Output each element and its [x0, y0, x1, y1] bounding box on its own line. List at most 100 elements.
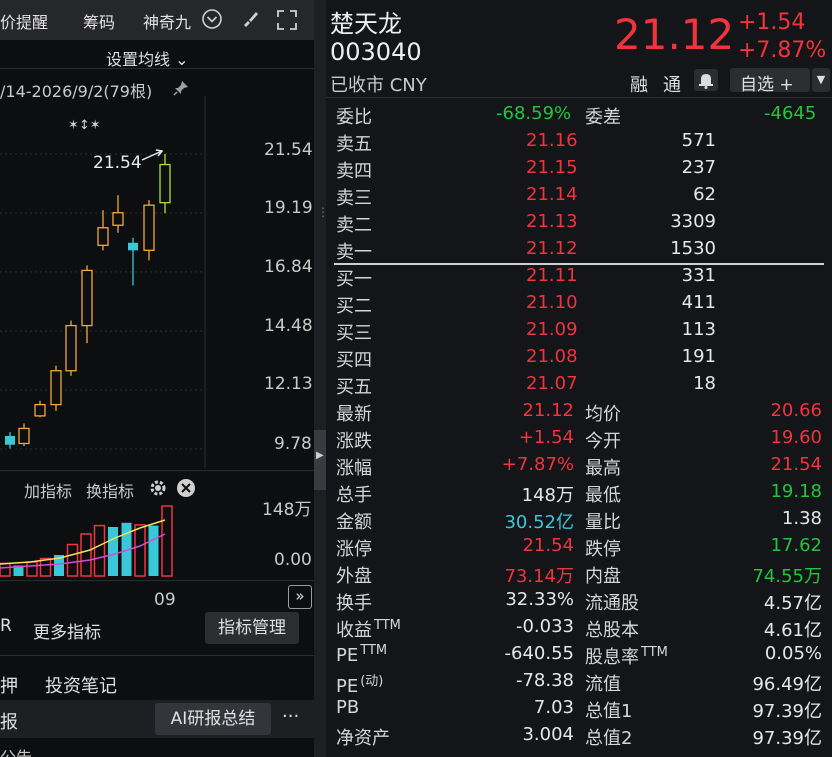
change-indicator-button[interactable]: 换指标	[86, 478, 134, 502]
ask-row[interactable]: 卖一 21.12 1530	[336, 238, 826, 265]
ask-row[interactable]: 卖三 21.14 62	[336, 184, 826, 211]
stat-label: 总股本	[585, 620, 639, 641]
candle[interactable]	[5, 432, 15, 449]
peak-arrow	[141, 149, 164, 161]
candle[interactable]	[18, 423, 30, 446]
ask-price: 21.15	[526, 157, 578, 178]
ask-row[interactable]: 卖二 21.13 3309	[336, 211, 826, 238]
volume-bar[interactable]	[161, 505, 173, 577]
drag-handle-icon[interactable]: ✶↕✶	[68, 118, 101, 133]
bid-row[interactable]: 买二 21.10 411	[336, 292, 826, 319]
ask-label: 卖二	[336, 215, 372, 236]
ask-price: 21.13	[526, 211, 578, 232]
divider	[0, 470, 314, 471]
volume-bar[interactable]	[108, 527, 118, 576]
volume-chart[interactable]	[0, 500, 314, 580]
bid-label: 买一	[336, 269, 372, 290]
stat-value: -78.38	[515, 670, 574, 691]
expand-right-icon[interactable]: »	[288, 585, 312, 609]
bid-price: 21.09	[526, 319, 578, 340]
tab-price-alert[interactable]: 价提醒	[0, 9, 48, 33]
panel-splitter[interactable]: ⋮ ▶	[314, 0, 329, 757]
volume-bar[interactable]	[80, 533, 92, 577]
watchlist-button[interactable]: 自选 +	[730, 68, 810, 95]
chevron-down-circle-icon[interactable]	[201, 8, 223, 30]
stat-value: 73.14万	[504, 566, 574, 587]
candle[interactable]	[50, 365, 62, 411]
bell-icon	[699, 74, 713, 89]
bid-row[interactable]: 买三 21.09 113	[336, 319, 826, 346]
bid-volume: 113	[681, 319, 716, 340]
stat-row: PE (动) -78.38 流值 96.49亿	[336, 670, 826, 697]
ask-price: 21.14	[526, 184, 578, 205]
candle[interactable]	[65, 320, 77, 376]
tab-pledge[interactable]: 押	[0, 672, 18, 698]
y-tick: 14.48	[264, 316, 313, 336]
tab-report[interactable]: 报	[0, 708, 18, 734]
close-icon[interactable]	[176, 478, 196, 498]
more-icon[interactable]: ···	[282, 706, 299, 727]
more-indicators-button[interactable]: 更多指标	[33, 618, 101, 643]
volume-bar[interactable]	[26, 561, 38, 577]
bell-button[interactable]	[694, 69, 718, 91]
tab-investment-notes[interactable]: 投资笔记	[45, 672, 117, 698]
candle[interactable]	[143, 200, 155, 261]
bid-row[interactable]: 买一 21.11 331	[336, 265, 826, 292]
ask-row[interactable]: 卖四 21.15 237	[336, 157, 826, 184]
stat-value: 97.39亿	[752, 701, 822, 722]
candle[interactable]	[159, 154, 171, 214]
stat-label: 股息率 TTM	[585, 645, 668, 668]
add-indicator-button[interactable]: 加指标	[24, 478, 72, 502]
ai-report-summary-button[interactable]: AI研报总结	[155, 703, 271, 735]
bid-price: 21.07	[526, 373, 578, 394]
triangle-right-icon[interactable]: ▶	[316, 450, 324, 461]
ask-price: 21.12	[526, 238, 578, 259]
stat-label: 净资产	[336, 728, 390, 749]
indicator-management-button[interactable]: 指标管理	[205, 612, 299, 644]
fullscreen-icon[interactable]	[276, 9, 298, 31]
tab-magic-nine[interactable]: 神奇九	[143, 9, 191, 33]
order-ratio-row: 委比 -68.59% 委差 -4645	[336, 103, 826, 130]
stat-label: 内盘	[585, 566, 621, 587]
stat-value: 4.57亿	[763, 593, 822, 614]
ask-volume: 62	[693, 184, 716, 205]
volume-bar[interactable]	[0, 562, 11, 577]
watchlist-dropdown-icon[interactable]: ▼	[812, 68, 830, 92]
stat-label: 金额	[336, 512, 372, 533]
candle[interactable]	[97, 210, 109, 251]
stat-row: 换手 32.33% 流通股 4.57亿	[336, 589, 826, 616]
tab-chips[interactable]: 筹码	[83, 9, 115, 33]
ask-volume: 1530	[670, 238, 716, 259]
candle[interactable]	[34, 400, 46, 418]
stat-value: 96.49亿	[752, 674, 822, 695]
stat-label: 量比	[585, 512, 621, 533]
bid-volume: 411	[681, 292, 716, 313]
pin-icon[interactable]	[172, 79, 190, 97]
ask-price: 21.16	[526, 130, 578, 151]
indicator-r-button[interactable]: R	[0, 616, 12, 636]
margin-trading-button[interactable]: 融	[630, 71, 648, 97]
y-tick: 16.84	[264, 257, 313, 277]
brush-icon[interactable]	[240, 9, 260, 29]
volume-bar[interactable]	[93, 524, 106, 577]
divider	[0, 580, 314, 581]
bid-row[interactable]: 买四 21.08 191	[336, 346, 826, 373]
y-tick: 9.78	[274, 434, 312, 454]
announcement-tab[interactable]: 公告	[0, 744, 32, 757]
ask-label: 卖一	[336, 242, 372, 263]
stat-label: 总值1	[585, 701, 633, 722]
candle[interactable]	[112, 195, 124, 233]
stat-row: PE TTM -640.55 股息率 TTM 0.05%	[336, 643, 826, 670]
ma-setting-dropdown[interactable]: 设置均线 ⌄	[106, 46, 189, 70]
volume-bar[interactable]	[66, 543, 79, 577]
stat-label: 跌停	[585, 539, 621, 560]
gear-icon[interactable]	[148, 478, 168, 498]
volume-bar[interactable]	[134, 524, 146, 577]
stat-row: 净资产 3.004 总值2 97.39亿	[336, 724, 826, 751]
volume-bar[interactable]	[148, 525, 159, 576]
watchlist-label: 自选 +	[740, 75, 794, 95]
connect-button[interactable]: 通	[663, 71, 681, 97]
candle[interactable]	[128, 237, 138, 286]
ask-row[interactable]: 卖五 21.16 571	[336, 130, 826, 157]
bid-row[interactable]: 买五 21.07 18	[336, 373, 826, 400]
